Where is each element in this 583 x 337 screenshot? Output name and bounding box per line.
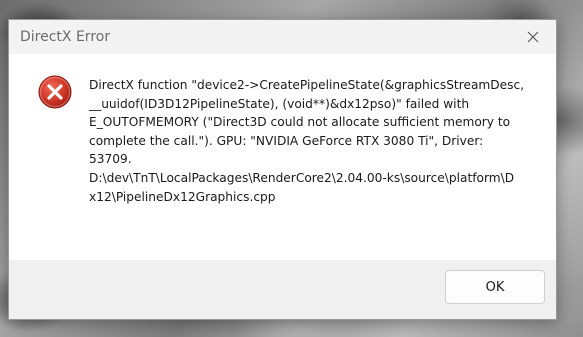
directx-error-dialog: DirectX Error DirectX function "device2-…	[8, 19, 557, 320]
ok-button[interactable]: OK	[445, 270, 545, 304]
close-icon	[527, 31, 539, 43]
dialog-content: DirectX function "device2->CreatePipelin…	[9, 54, 556, 260]
error-icon	[38, 75, 72, 109]
close-button[interactable]	[510, 20, 556, 54]
dialog-titlebar[interactable]: DirectX Error	[9, 20, 556, 54]
error-message: DirectX function "device2->CreatePipelin…	[89, 78, 525, 204]
dialog-title: DirectX Error	[20, 29, 111, 45]
dialog-footer: OK	[9, 260, 556, 319]
